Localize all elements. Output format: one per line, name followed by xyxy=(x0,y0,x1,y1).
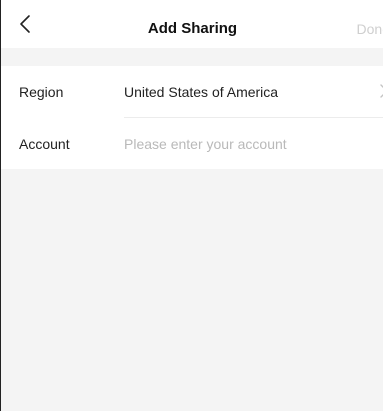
done-button[interactable]: Done xyxy=(357,0,383,48)
add-sharing-screen: Add Sharing Done Region United States of… xyxy=(0,0,383,411)
region-row[interactable]: Region United States of America xyxy=(1,66,383,117)
account-row: Account xyxy=(1,118,383,169)
page-title: Add Sharing xyxy=(147,20,238,37)
section-gap xyxy=(1,48,383,66)
region-label: Region xyxy=(19,83,64,100)
sharing-form: Region United States of America Account xyxy=(1,66,383,169)
navigation-bar: Add Sharing Done xyxy=(1,0,383,48)
account-label: Account xyxy=(19,135,70,152)
region-value: United States of America xyxy=(124,83,279,100)
account-input[interactable] xyxy=(124,128,374,159)
